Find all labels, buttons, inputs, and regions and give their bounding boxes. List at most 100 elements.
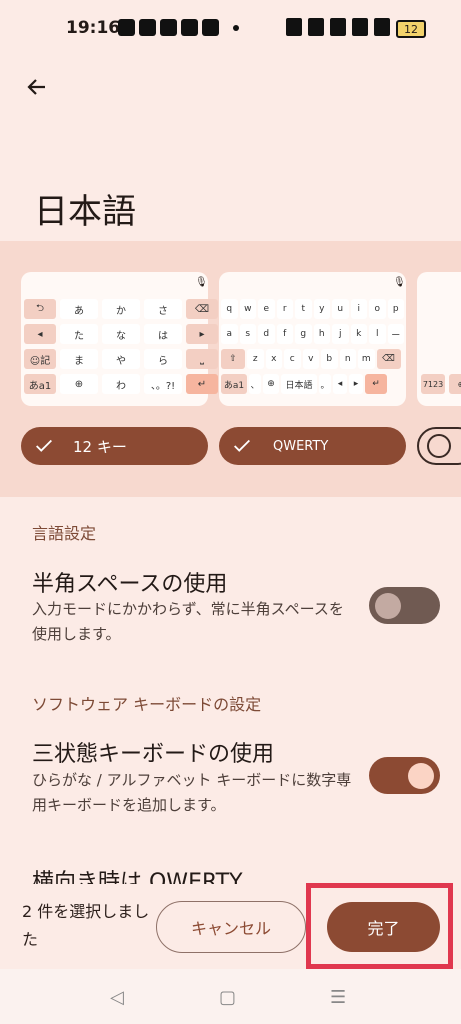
kana-key: ⌫ (186, 299, 218, 319)
qwerty-key: ⇧ (221, 349, 245, 369)
kana-key: ↵ (186, 374, 218, 394)
qwerty-key: ⊕ (263, 374, 279, 394)
qwerty-key: ▸ (349, 374, 363, 394)
halfwidth-space-toggle[interactable] (369, 587, 440, 624)
kana-key: か (102, 299, 140, 319)
qwerty-key: j (332, 324, 349, 344)
setting-summary: ひらがな / アルファベット キーボードに数字専用キーボードを追加します。 (32, 771, 352, 814)
qwerty-key: v (302, 349, 319, 369)
qwerty-key: r (276, 299, 293, 319)
qwerty-key: k (350, 324, 367, 344)
kana-key: な (102, 324, 140, 344)
status-bar: 19:16 12 (0, 0, 461, 58)
wifi-icon (330, 18, 346, 36)
qwerty-key: a (221, 324, 238, 344)
qwerty-key-row: ⇧ z x c v b n m ⌫ (221, 349, 401, 369)
qwerty-key: e (258, 299, 275, 319)
kana-key: ◂ (24, 324, 56, 344)
kana-key: ⎵ (186, 349, 218, 369)
kana-key-row: ⮌ あかさ ⌫ (24, 299, 218, 319)
qwerty-key: g (295, 324, 312, 344)
chip-label: 12 キー (73, 437, 127, 456)
kana-key-row: ◂ たなは ▸ (24, 324, 218, 344)
kana-key: ⊕ (60, 374, 98, 394)
qwerty-key: z (247, 349, 264, 369)
back-arrow-icon (27, 79, 45, 95)
qwerty-key: o (369, 299, 386, 319)
qwerty-key: s (239, 324, 256, 344)
qwerty-key: i (350, 299, 367, 319)
qwerty-key: w (239, 299, 256, 319)
third-key: ⊕ (449, 374, 461, 394)
chip-third[interactable] (417, 427, 461, 465)
qwerty-key: x (265, 349, 282, 369)
third-key: 7123 (421, 374, 445, 394)
keyboard-preview-qwerty[interactable]: 🎙 q w e r t y u i o p a s d f g h j k l ー ⇧ z x c v b n m ⌫ あa1、 ⊕ 日本語。… (219, 272, 406, 406)
page-title: 日本語 (34, 192, 136, 232)
tristate-keyboard-toggle[interactable] (369, 757, 440, 794)
kana-key: 、。?! (144, 374, 182, 394)
kana-key: さ (144, 299, 182, 319)
qwerty-key: ↵ (365, 374, 387, 394)
qwerty-key: n (339, 349, 356, 369)
chip-qwerty[interactable]: QWERTY (219, 427, 406, 465)
highlight-box (306, 883, 453, 969)
status-time: 19:16 (66, 18, 121, 38)
notification-icons (118, 19, 239, 36)
system-icons (286, 18, 390, 36)
qwerty-key: 。 (319, 374, 331, 394)
s-app-icon (202, 19, 219, 36)
nfc-icon (286, 18, 302, 36)
qwerty-key: u (332, 299, 349, 319)
qwerty-key: 日本語 (281, 374, 317, 394)
twitter-icon (181, 19, 198, 36)
kana-key: や (102, 349, 140, 369)
chip-12key[interactable]: 12 キー (21, 427, 208, 465)
kana-key-row: あa1 ⊕ わ、。?! ↵ (24, 374, 218, 394)
qwerty-key: h (313, 324, 330, 344)
kana-key: ⮌ (24, 299, 56, 319)
battery-icon: 12 (396, 20, 426, 38)
kana-key: ま (60, 349, 98, 369)
battery-level: 12 (404, 22, 418, 36)
kana-key: あ (60, 299, 98, 319)
check-icon (234, 439, 250, 452)
qwerty-key: ⌫ (376, 349, 401, 369)
toggle-thumb (408, 762, 434, 789)
setting-title: 半角スペースの使用 (32, 572, 228, 597)
nav-recents-icon[interactable]: ☰ (330, 987, 346, 1008)
keyboard-preview-12key[interactable]: 🎙 ⮌ あかさ ⌫ ◂ たなは ▸ ☺記まやら ⎵ あa1 ⊕ わ、。?! ↵ (21, 272, 218, 406)
check-icon (36, 439, 52, 452)
kana-key: わ (102, 374, 140, 394)
setting-summary: 入力モードにかかわらず、常に半角スペースを使用します。 (32, 600, 344, 643)
setting-title: 三状態キーボードの使用 (32, 742, 275, 767)
qwerty-key: q (221, 299, 238, 319)
qwerty-key: ◂ (333, 374, 347, 394)
section-header-language: 言語設定 (32, 524, 97, 543)
back-button[interactable] (22, 72, 52, 102)
nav-back-icon[interactable]: ◁ (110, 987, 124, 1008)
kana-key: ら (144, 349, 182, 369)
kana-key: た (60, 324, 98, 344)
qwerty-key: p (387, 299, 404, 319)
signal-icon (374, 18, 390, 36)
qwerty-key: l (369, 324, 386, 344)
kana-key: ▸ (186, 324, 218, 344)
selection-count: 2 件を選択しました (22, 902, 150, 949)
qwerty-key: d (258, 324, 275, 344)
qwerty-key-row: あa1、 ⊕ 日本語。 ◂ ▸ ↵ (221, 374, 387, 394)
section-header-software-keyboard: ソフトウェア キーボードの設定 (32, 695, 262, 714)
qwerty-key: 、 (249, 374, 261, 394)
nav-home-icon[interactable]: ▢ (219, 987, 236, 1008)
cart-icon (160, 19, 177, 36)
qwerty-key: ー (387, 324, 404, 344)
youtube-icon (139, 19, 156, 36)
kana-key: あa1 (24, 374, 56, 394)
kana-key-row: ☺記まやら ⎵ (24, 349, 218, 369)
keyboard-preview-third[interactable]: 7123 ⊕ (417, 272, 461, 406)
qwerty-key: あa1 (221, 374, 247, 394)
qwerty-key: m (358, 349, 375, 369)
cancel-button[interactable]: キャンセル (156, 901, 306, 953)
mic-icon: 🎙 (393, 277, 406, 288)
kana-key: ☺記 (24, 349, 56, 369)
